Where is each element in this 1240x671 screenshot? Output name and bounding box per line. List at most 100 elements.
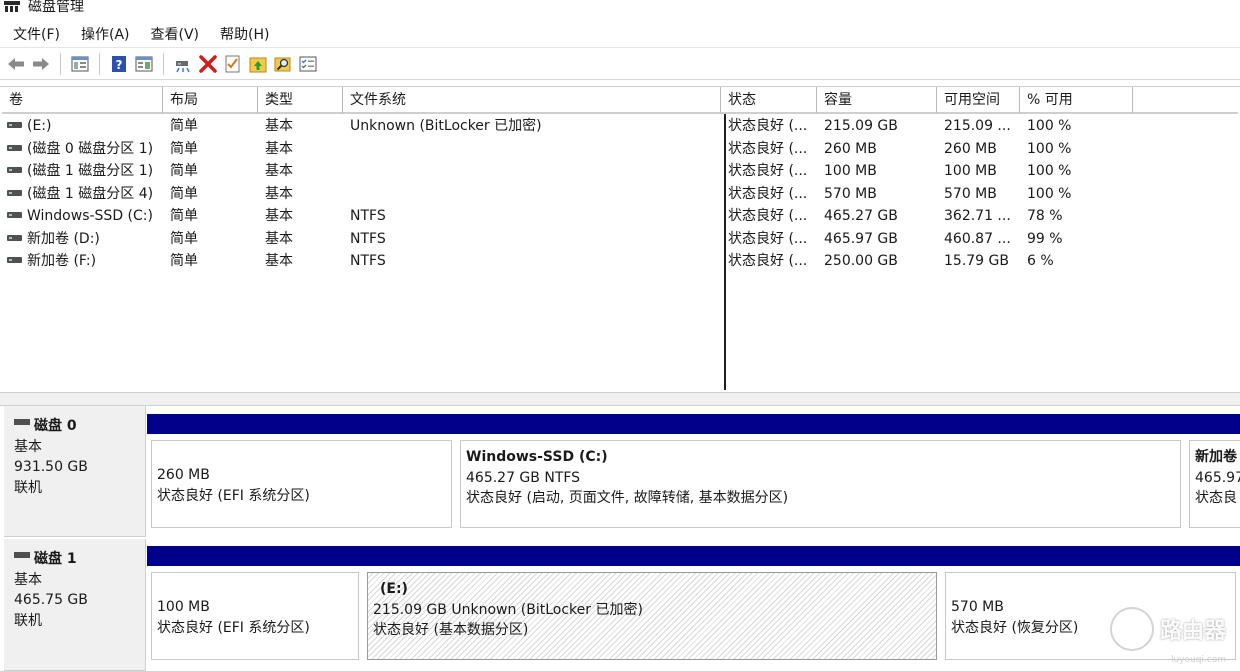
cell-layout: 简单: [170, 140, 198, 157]
partition-body: 新加卷 465.97 状态良: [1189, 440, 1240, 528]
volume-icon: [7, 234, 22, 241]
partition-bar: [363, 546, 941, 566]
disk-1-name: 磁盘 1: [34, 551, 77, 567]
volume-icon: [7, 257, 22, 264]
cell-percent-free: 100 %: [1027, 185, 1072, 202]
column-volume[interactable]: 卷: [2, 87, 163, 114]
column-status[interactable]: 状态: [721, 87, 817, 114]
disk-0-type: 基本: [14, 438, 42, 455]
delete-icon[interactable]: [197, 53, 219, 75]
partition-title: (E:): [380, 581, 408, 597]
cell-layout: 简单: [170, 163, 198, 180]
partition-body: 100 MB 状态良好 (EFI 系统分区): [151, 572, 359, 660]
cell-volume: Windows-SSD (C:): [2, 205, 163, 227]
window-title: 磁盘管理: [28, 0, 84, 15]
table-row[interactable]: 新加卷 (D:) 简单 基本 NTFS 状态良好 (... 465.97 GB 460.87…: [2, 228, 1133, 251]
toolbar: ?: [0, 48, 1240, 80]
table-row[interactable]: (E:) 简单 基本 Unknown (BitLocker 已加密) 状态良好 (...…: [2, 115, 1133, 138]
watermark-text: 路由器: [1159, 619, 1226, 644]
cell-status: 状态良好 (...: [728, 185, 808, 202]
column-free-space[interactable]: 可用空间: [937, 87, 1020, 114]
help-icon[interactable]: ?: [108, 53, 130, 75]
cell-filesystem: NTFS: [350, 253, 386, 270]
table-row[interactable]: Windows-SSD (C:) 简单 基本 NTFS 状态良好 (... 465.27 …: [2, 205, 1133, 228]
disk-0-partition-c[interactable]: Windows-SSD (C:) 465.27 GB NTFS 状态良好 (启动…: [456, 414, 1185, 532]
cell-filesystem: Unknown (BitLocker 已加密): [350, 118, 542, 135]
column-filesystem[interactable]: 文件系统: [343, 87, 721, 114]
cell-type: 基本: [265, 118, 293, 135]
list-header: 卷 布局 类型 文件系统 状态 容量 可用空间 % 可用: [2, 87, 1238, 114]
cell-filesystem: [343, 183, 721, 205]
disk-1-status: 联机: [14, 612, 42, 629]
volume-rows: (E:) 简单 基本 Unknown (BitLocker 已加密) 状态良好 (...…: [2, 115, 1133, 273]
cell-type: 基本: [265, 140, 293, 157]
check-icon[interactable]: [222, 53, 244, 75]
partition-body: (E:) 215.09 GB Unknown (BitLocker 已加密) 状…: [367, 572, 937, 660]
volume-icon: [7, 144, 22, 151]
toolbar-separator: [163, 52, 164, 75]
disk-0-label[interactable]: 磁盘 0 基本 931.50 GB 联机: [4, 406, 146, 537]
cell-layout: 简单: [170, 230, 198, 247]
disk-management-icon: [4, 1, 20, 13]
partition-size: 465.97: [1195, 469, 1240, 486]
table-row[interactable]: 新加卷 (F:) 简单 基本 NTFS 状态良好 (... 250.00 GB 15.79 …: [2, 250, 1133, 273]
menu-file[interactable]: 文件(F): [13, 24, 60, 44]
partition-status: 状态良好 (EFI 系统分区): [157, 487, 310, 504]
cell-layout: 简单: [170, 208, 198, 225]
cell-capacity: 570 MB: [824, 185, 877, 202]
connect-disk-icon[interactable]: [172, 53, 194, 75]
cell-free-space: 100 MB: [944, 163, 997, 180]
menu-help[interactable]: 帮助(H): [220, 24, 269, 44]
cell-volume: (磁盘 1 磁盘分区 4): [2, 183, 163, 205]
table-row[interactable]: (磁盘 0 磁盘分区 1) 简单 基本 状态良好 (... 260 MB 260 MB 10…: [2, 138, 1133, 161]
title-bar: 磁盘管理: [0, 0, 1240, 20]
back-arrow-icon[interactable]: [5, 53, 27, 75]
forward-arrow-icon[interactable]: [30, 53, 52, 75]
folder-up-icon[interactable]: [247, 53, 269, 75]
console-tree-icon[interactable]: [69, 53, 91, 75]
partition-status: 状态良好 (基本数据分区): [373, 622, 529, 638]
table-row[interactable]: (磁盘 1 磁盘分区 1) 简单 基本 状态良好 (... 100 MB 100 MB 10…: [2, 160, 1133, 183]
properties-panel-icon[interactable]: [133, 53, 155, 75]
column-capacity[interactable]: 容量: [817, 87, 937, 114]
partition-size: 260 MB: [157, 467, 210, 483]
cell-layout: 简单: [170, 253, 198, 270]
cell-percent-free: 100 %: [1027, 118, 1072, 135]
cell-percent-free: 99 %: [1027, 230, 1063, 247]
cell-status: 状态良好 (...: [728, 140, 808, 157]
column-divider: [724, 114, 726, 390]
cell-percent-free: 78 %: [1027, 208, 1063, 225]
toolbar-separator: [99, 52, 100, 75]
disk-1-label[interactable]: 磁盘 1 基本 465.75 GB 联机: [4, 539, 146, 671]
cell-free-space: 460.87 ...: [944, 230, 1011, 247]
cell-status: 状态良好 (...: [728, 208, 808, 225]
checklist-icon[interactable]: [297, 53, 319, 75]
menu-view[interactable]: 查看(V): [151, 24, 200, 44]
cell-filesystem: NTFS: [350, 230, 386, 247]
cell-volume: (磁盘 1 磁盘分区 1): [2, 160, 163, 182]
cell-percent-free: 100 %: [1027, 140, 1072, 157]
cell-volume: (磁盘 0 磁盘分区 1): [2, 138, 163, 160]
disk-1-partition-efi[interactable]: 100 MB 状态良好 (EFI 系统分区): [147, 546, 363, 664]
partition-bar: [941, 546, 1240, 566]
toolbar-separator: [60, 52, 61, 75]
search-folder-icon[interactable]: [272, 53, 294, 75]
cell-capacity: 260 MB: [824, 140, 877, 157]
volume-name: (E:): [27, 118, 52, 135]
volume-name: (磁盘 0 磁盘分区 1): [27, 140, 154, 157]
cell-volume: (E:): [2, 115, 163, 137]
menu-action[interactable]: 操作(A): [81, 24, 130, 44]
volume-icon: [7, 122, 22, 129]
cell-capacity: 250.00 GB: [824, 253, 898, 270]
pane-splitter[interactable]: [0, 392, 1240, 406]
table-row[interactable]: (磁盘 1 磁盘分区 4) 简单 基本 状态良好 (... 570 MB 570 MB 10…: [2, 183, 1133, 206]
disk-1-partition-e[interactable]: (E:) 215.09 GB Unknown (BitLocker 已加密) 状…: [363, 546, 941, 664]
disk-0-partition-efi[interactable]: 260 MB 状态良好 (EFI 系统分区): [147, 414, 456, 532]
partition-bar: [1185, 414, 1240, 434]
column-type[interactable]: 类型: [258, 87, 343, 114]
column-percent-free[interactable]: % 可用: [1020, 87, 1133, 114]
column-layout[interactable]: 布局: [163, 87, 258, 114]
cell-percent-free: 100 %: [1027, 163, 1072, 180]
disk-0-partition-d[interactable]: 新加卷 465.97 状态良: [1185, 414, 1240, 532]
disk-1-size: 465.75 GB: [14, 592, 88, 608]
